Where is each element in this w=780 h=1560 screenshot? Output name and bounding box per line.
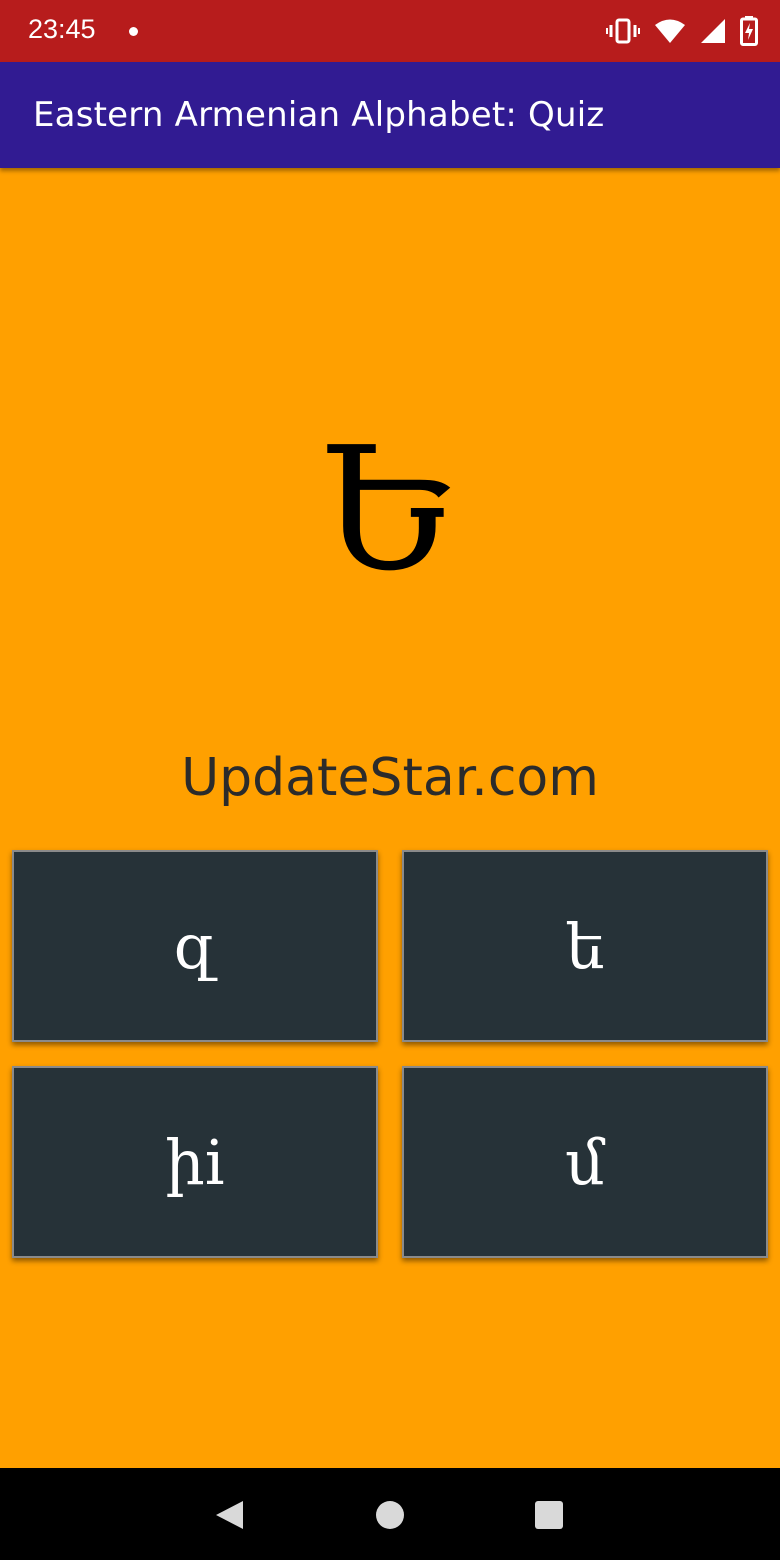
answer-label: զ [173, 909, 217, 983]
app-title: Eastern Armenian Alphabet: Quiz [33, 95, 605, 135]
quiz-content: Ե UpdateStar.com զ ե իi մ [0, 168, 780, 1468]
signal-icon [701, 19, 725, 43]
answer-button-1[interactable]: զ [12, 850, 378, 1042]
back-icon[interactable] [213, 1498, 247, 1532]
answer-label: ե [565, 909, 605, 983]
watermark-text: UpdateStar.com [181, 748, 599, 808]
battery-charging-icon [740, 16, 758, 46]
app-bar: Eastern Armenian Alphabet: Quiz [0, 62, 780, 168]
navigation-bar [0, 1468, 780, 1560]
notification-dot-icon [129, 27, 138, 36]
vibrate-icon [606, 18, 640, 44]
wifi-icon [655, 19, 685, 43]
answer-label: իi [165, 1125, 225, 1199]
status-time: 23:45 [28, 14, 96, 44]
question-letter: Ե [321, 411, 459, 609]
answer-button-2[interactable]: ե [402, 850, 768, 1042]
recents-icon[interactable] [532, 1498, 566, 1532]
answer-button-3[interactable]: իi [12, 1066, 378, 1258]
answer-label: մ [565, 1125, 605, 1199]
answer-button-4[interactable]: մ [402, 1066, 768, 1258]
status-icons [606, 15, 758, 47]
status-bar: 23:45 [0, 0, 780, 62]
home-icon[interactable] [373, 1498, 407, 1532]
